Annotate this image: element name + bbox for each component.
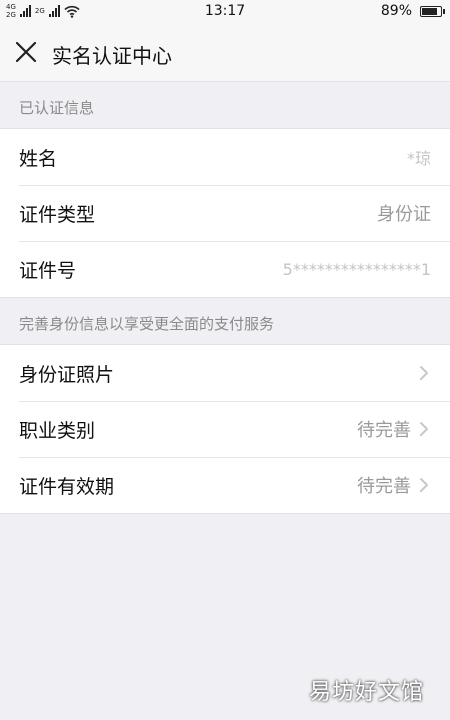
improve-section-header: 完善身份信息以享受更全面的支付服务: [19, 315, 275, 333]
chevron-right-icon: [420, 366, 428, 380]
name-label: 姓名: [19, 147, 58, 170]
battery-percent: 89%: [380, 3, 412, 19]
improve-info-group: 身份证照片 职业类别 待完善 证件有效期 待完善: [0, 344, 450, 514]
id-type-value: 身份证: [377, 204, 431, 225]
occupation-value: 待完善: [357, 420, 411, 441]
id-type-row: 证件类型 身份证: [0, 185, 450, 241]
id-number-row: 证件号 5****************1: [0, 241, 450, 297]
page-title: 实名认证中心: [52, 44, 172, 68]
verified-info-group: 姓名 *琼 证件类型 身份证 证件号 5****************1: [0, 128, 450, 298]
occupation-row[interactable]: 职业类别 待完善: [0, 401, 450, 457]
id-validity-value: 待完善: [357, 476, 411, 497]
id-type-label: 证件类型: [19, 203, 96, 226]
id-photo-label: 身份证照片: [19, 363, 115, 386]
close-icon: [15, 41, 37, 63]
chevron-right-icon: [420, 478, 428, 492]
chevron-right-icon: [420, 422, 428, 436]
verified-section-header: 已认证信息: [19, 99, 95, 117]
battery-level-fill: [422, 7, 437, 15]
status-bar: 4G 2G 2G 13:17 89%: [0, 0, 450, 24]
name-value: *琼: [406, 149, 431, 168]
close-button[interactable]: [10, 36, 42, 68]
watermark-text: 易坊好文馆: [308, 680, 424, 705]
id-number-value: 5****************1: [282, 259, 431, 279]
id-validity-label: 证件有效期: [19, 475, 115, 498]
nav-bar: 实名认证中心: [0, 24, 450, 82]
id-photo-row[interactable]: 身份证照片: [0, 345, 450, 401]
id-number-label: 证件号: [19, 259, 77, 282]
name-row: 姓名 *琼: [0, 129, 450, 185]
occupation-label: 职业类别: [19, 419, 96, 442]
status-right: 89%: [380, 3, 445, 19]
battery-icon: [420, 5, 445, 17]
id-validity-row[interactable]: 证件有效期 待完善: [0, 457, 450, 513]
